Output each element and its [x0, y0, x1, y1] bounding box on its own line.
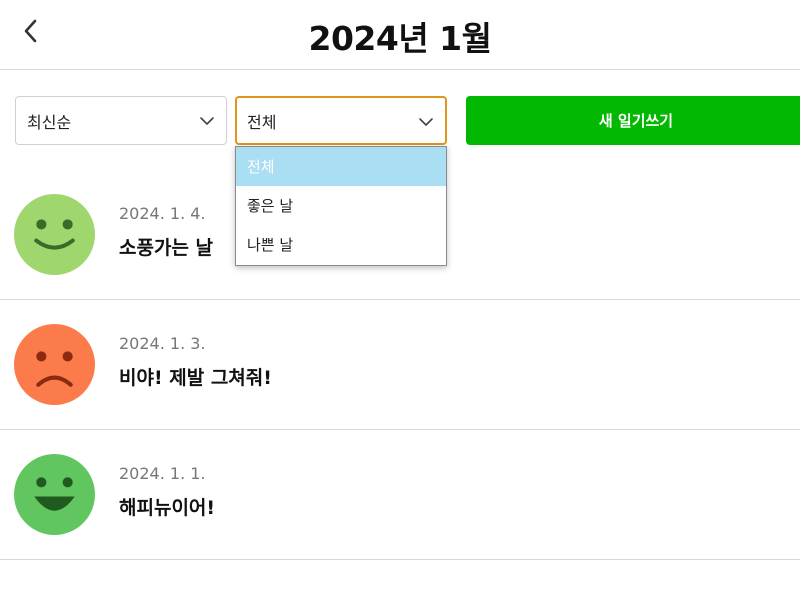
app-header: 2024년 1월	[0, 0, 800, 70]
diary-date: 2024. 1. 4.	[119, 204, 206, 223]
filter-select-value: 전체	[247, 112, 277, 132]
laughing-face-icon[interactable]	[14, 454, 95, 535]
diary-date: 2024. 1. 1.	[119, 464, 206, 483]
filter-option-good[interactable]: 좋은 날	[236, 186, 446, 225]
filter-option-all[interactable]: 전체	[236, 147, 446, 186]
diary-date: 2024. 1. 3.	[119, 334, 206, 353]
filter-option-bad[interactable]: 나쁜 날	[236, 225, 446, 264]
new-diary-button[interactable]: 새 일기쓰기	[466, 96, 800, 145]
diary-content: 비야! 제발 그쳐줘!	[119, 367, 272, 389]
diary-item[interactable]: 2024. 1. 1. 해피뉴이어!	[0, 430, 800, 560]
diary-content: 소풍가는 날	[119, 237, 214, 259]
diary-content: 해피뉴이어!	[119, 497, 216, 519]
sort-select[interactable]: 최신순	[15, 96, 227, 145]
page-title: 2024년 1월	[308, 19, 492, 58]
filter-select[interactable]: 전체	[235, 96, 447, 145]
frowning-face-icon[interactable]	[14, 324, 95, 405]
smiling-face-icon[interactable]	[14, 194, 95, 275]
sort-select-value: 최신순	[27, 112, 72, 132]
chevron-down-icon	[200, 117, 214, 125]
chevron-down-icon	[419, 118, 433, 126]
diary-item[interactable]: 2024. 1. 3. 비야! 제발 그쳐줘!	[0, 300, 800, 430]
filter-dropdown: 전체 좋은 날 나쁜 날	[235, 146, 447, 266]
